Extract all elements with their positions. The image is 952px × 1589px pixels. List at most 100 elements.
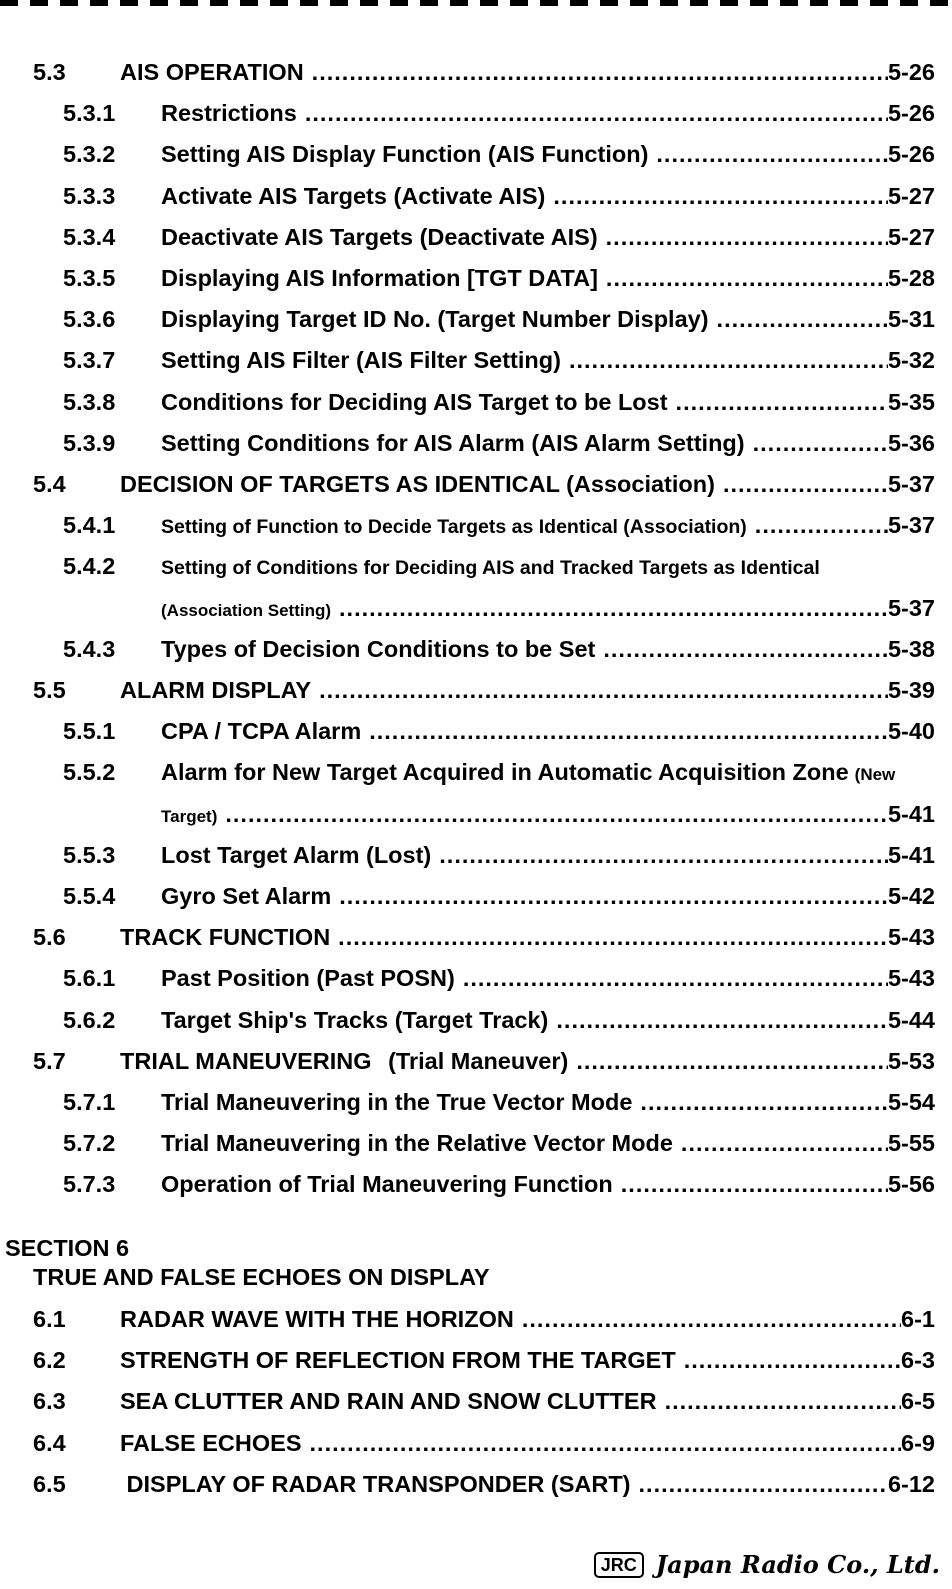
entry-title: Target) (161, 806, 218, 826)
dot-leader: ........................................… (656, 141, 888, 168)
toc-entry[interactable]: 5.4.3 Types of Decision Conditions to be … (0, 634, 935, 664)
page-number: 5-41 (887, 841, 935, 868)
entry-title: Past Position (Past POSN) (161, 965, 455, 992)
entry-title-suffix: (Trial Maneuver) (388, 1047, 569, 1074)
page-number: 5-53 (887, 1047, 935, 1074)
toc-entry[interactable]: 5.3 AIS OPERATION........................… (0, 57, 935, 87)
entry-number: 5.4.1 (63, 512, 116, 539)
entry-title: STRENGTH OF REFLECTION FROM THE TARGET (120, 1347, 676, 1374)
entry-title: Setting AIS Display Function (AIS Functi… (161, 141, 649, 168)
toc-entry[interactable]: 5.3.9 Setting Conditions for AIS Alarm (A… (0, 428, 935, 458)
toc-entry[interactable]: 6.2 STRENGTH OF REFLECTION FROM THE TARGE… (0, 1345, 935, 1375)
page-number: 5-28 (887, 265, 935, 291)
page-number: 5-37 (887, 594, 935, 621)
toc-entry[interactable]: 5.6 TRACK FUNCTION.......................… (0, 922, 935, 952)
page-number: 5-55 (887, 1130, 935, 1157)
entry-title: Lost Target Alarm (Lost) (161, 841, 432, 868)
toc-entry[interactable]: Target).................................… (0, 799, 935, 829)
page-number: 6-12 (887, 1470, 935, 1497)
entry-title: DECISION OF TARGETS AS IDENTICAL (Associ… (120, 471, 715, 497)
entry-title: Restrictions (161, 100, 297, 127)
entry-title: Types of Decision Conditions to be Set (161, 635, 596, 662)
page-number: 5-31 (887, 306, 935, 333)
entry-title: Setting Conditions for AIS Alarm (AIS Al… (161, 429, 745, 456)
entry-title: SEA CLUTTER AND RAIN AND SNOW CLUTTER (120, 1388, 657, 1415)
entry-number: 5.5.4 (63, 883, 116, 909)
entry-number: 5.7.2 (63, 1130, 116, 1157)
dot-leader: ........................................… (754, 512, 888, 539)
entry-number: 6.3 (33, 1388, 66, 1415)
toc-entry[interactable]: 6.4 FALSE ECHOES.........................… (0, 1428, 935, 1458)
company-name: Japan Radio Co., Ltd. (655, 1550, 940, 1579)
toc-entry[interactable]: 5.3.2 Setting AIS Display Function (AIS F… (0, 139, 935, 169)
page-number: 5-40 (887, 718, 935, 745)
toc-entry[interactable]: 5.3.3 Activate AIS Targets (Activate AIS)… (0, 181, 935, 211)
toc-entry[interactable]: 5.5.1 CPA / TCPA Alarm...................… (0, 716, 935, 746)
dot-leader: ........................................… (568, 347, 888, 374)
jrc-logo: JRC (593, 1551, 644, 1578)
page-number: 5-56 (887, 1171, 935, 1198)
entry-title: Setting AIS Filter (AIS Filter Setting) (161, 347, 561, 374)
page-number: 6-1 (901, 1306, 935, 1332)
entry-number: 5.6.1 (63, 965, 116, 992)
toc-entry[interactable]: 5.5.4 Gyro Set Alarm.....................… (0, 881, 935, 911)
toc-entry[interactable]: 6.3 SEA CLUTTER AND RAIN AND SNOW CLUTTER… (0, 1386, 935, 1416)
toc-entry[interactable]: 5.3.1 Restrictions.......................… (0, 98, 935, 128)
entry-number: 6.4 (33, 1429, 66, 1456)
toc-entry[interactable]: 5.4.2 Setting of Conditions for Deciding … (0, 551, 935, 581)
entry-number: 5.5.3 (63, 841, 116, 868)
toc-entry[interactable]: 5.5.2 Alarm for New Target Acquired in Au… (0, 757, 935, 787)
toc-entry[interactable]: 5.3.8 Conditions for Deciding AIS Target … (0, 387, 935, 417)
dot-leader: ........................................… (225, 800, 888, 827)
toc-entry[interactable]: 5.6.2 Target Ship's Tracks (Target Track)… (0, 1005, 935, 1035)
entry-number: 5.3.9 (63, 429, 116, 456)
toc-entry[interactable]: 5.6.1 Past Position (Past POSN)..........… (0, 963, 935, 993)
toc-entry[interactable]: 5.3.5 Displaying AIS Information [TGT DAT… (0, 263, 935, 293)
entry-title: (Association Setting) (161, 600, 332, 620)
toc-entry[interactable]: 5.7 TRIAL MANEUVERING (Trial Maneuver)....… (0, 1046, 935, 1076)
entry-title: TRACK FUNCTION (120, 924, 331, 951)
entry-number: 6.1 (33, 1306, 66, 1332)
page-number: 5-39 (887, 677, 935, 703)
toc-entry[interactable]: 6.5 DISPLAY OF RADAR TRANSPONDER (SART).… (0, 1469, 935, 1499)
entry-title: Activate AIS Targets (Activate AIS) (161, 182, 546, 209)
toc-entry[interactable]: 5.7.1 Trial Maneuvering in the True Vecto… (0, 1087, 935, 1117)
page-number: 5-36 (887, 429, 935, 456)
toc-entry[interactable]: 5.3.6 Displaying Target ID No. (Target Nu… (0, 304, 935, 334)
toc-entry[interactable]: 5.4 DECISION OF TARGETS AS IDENTICAL (Ass… (0, 469, 935, 499)
toc-entry[interactable]: 5.5.3 Lost Target Alarm (Lost)...........… (0, 840, 935, 870)
section-label: SECTION 6 (5, 1235, 130, 1261)
entry-title: ALARM DISPLAY (120, 677, 312, 703)
toc-entry[interactable]: 5.3.4 Deactivate AIS Targets (Deactivate … (0, 222, 935, 252)
dashed-top-border (0, 0, 952, 6)
entry-number: 5.3 (33, 59, 66, 85)
toc-entry[interactable]: 5.4.1 Setting of Function to Decide Targe… (0, 510, 935, 540)
footer: JRC Japan Radio Co., Ltd. (593, 1550, 940, 1579)
toc-entry[interactable]: 5.3.7 Setting AIS Filter (AIS Filter Sett… (0, 345, 935, 375)
entry-title: FALSE ECHOES (120, 1429, 302, 1456)
dot-leader: ........................................… (309, 1429, 902, 1456)
page-number: 5-37 (887, 471, 935, 497)
toc-entry[interactable]: 5.7.2 Trial Maneuvering in the Relative V… (0, 1128, 935, 1158)
toc-entry[interactable]: 5.5 ALARM DISPLAY........................… (0, 675, 935, 705)
dot-leader: ........................................… (638, 1470, 888, 1497)
toc-entry[interactable]: (Association Setting)...................… (0, 593, 935, 623)
toc-entry[interactable]: 5.7.3 Operation of Trial Maneuvering Func… (0, 1169, 935, 1199)
entry-number: 5.3.3 (63, 182, 116, 209)
entry-number: 5.5.2 (63, 759, 116, 786)
page-number: 6-9 (901, 1429, 935, 1456)
page-number: 5-42 (887, 883, 935, 909)
entry-title: Operation of Trial Maneuvering Function (161, 1171, 613, 1198)
dot-leader: ........................................… (722, 471, 888, 497)
toc-entry[interactable]: 6.1 RADAR WAVE WITH THE HORIZON..........… (0, 1304, 935, 1334)
entry-number: 5.4.2 (63, 553, 116, 580)
entry-title: Trial Maneuvering in the True Vector Mod… (161, 1089, 633, 1115)
entry-title-suffix: (New (854, 765, 896, 785)
page-number: 5-32 (887, 347, 935, 374)
dot-leader: ........................................… (680, 1130, 888, 1157)
dot-leader: ........................................… (576, 1047, 888, 1074)
entry-number: 6.5 (33, 1470, 66, 1497)
entry-number: 5.4.3 (63, 635, 116, 662)
section-title: TRUE AND FALSE ECHOES ON DISPLAY (33, 1264, 490, 1290)
dot-leader: ........................................… (462, 965, 888, 992)
